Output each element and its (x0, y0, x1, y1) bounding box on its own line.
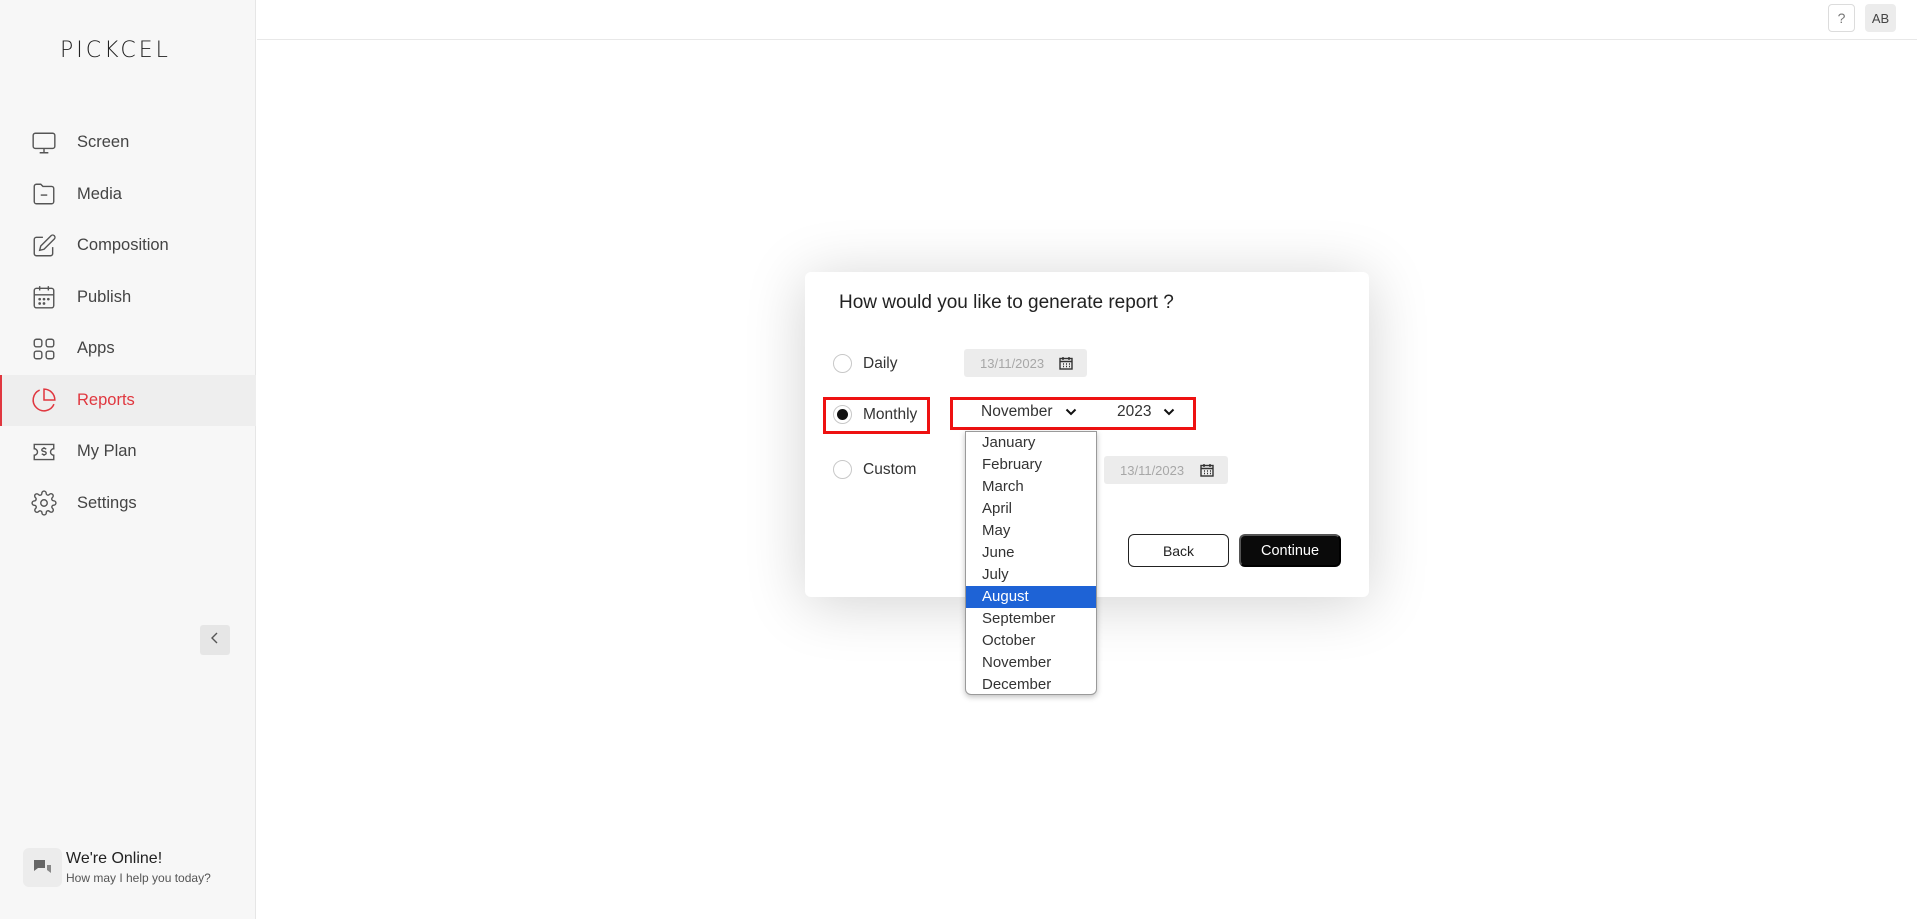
sidebar-item-label: Reports (77, 390, 135, 409)
chat-widget[interactable]: We're Online! How may I help you today? (23, 848, 211, 887)
chat-bubbles-icon (23, 848, 62, 887)
avatar[interactable]: AB (1865, 4, 1896, 32)
month-option-november[interactable]: November (966, 652, 1096, 674)
chevron-down-icon (1065, 408, 1077, 416)
sidebar-item-label: Screen (77, 133, 130, 152)
help-button[interactable]: ? (1828, 4, 1855, 32)
sidebar-item-screen[interactable]: Screen (0, 117, 256, 169)
calendar-icon (1059, 356, 1073, 373)
sidebar-item-label: Settings (77, 493, 137, 512)
custom-label: Custom (863, 460, 917, 478)
daily-label: Daily (863, 354, 898, 372)
month-option-august[interactable]: August (966, 586, 1096, 608)
sidebar-nav: Screen Media Composition Publish Apps Re… (0, 117, 256, 529)
month-dropdown-list: January February March April May June Ju… (965, 431, 1097, 695)
chevron-left-icon (209, 631, 221, 650)
calendar-icon (30, 283, 58, 311)
month-option-july[interactable]: July (966, 564, 1096, 586)
month-option-february[interactable]: February (966, 454, 1096, 476)
edit-icon (30, 232, 58, 260)
sidebar-item-label: My Plan (77, 442, 137, 461)
chat-subtitle: How may I help you today? (66, 871, 211, 885)
sidebar-item-media[interactable]: Media (0, 169, 256, 221)
daily-radio[interactable] (833, 354, 852, 373)
calendar-icon (1200, 463, 1214, 480)
chat-title: We're Online! (66, 850, 163, 867)
daily-option[interactable]: Daily (833, 354, 897, 373)
month-option-june[interactable]: June (966, 542, 1096, 564)
month-option-april[interactable]: April (966, 498, 1096, 520)
month-option-may[interactable]: May (966, 520, 1096, 542)
dollar-ticket-icon (30, 438, 58, 466)
monthly-option[interactable]: Monthly (833, 405, 917, 424)
sidebar-item-label: Composition (77, 236, 169, 255)
grid-icon (30, 335, 58, 363)
sidebar-item-label: Publish (77, 287, 132, 306)
top-bar: ? AB (257, 0, 1917, 40)
monthly-label: Monthly (863, 405, 918, 423)
collapse-sidebar-button[interactable] (200, 625, 230, 655)
custom-radio[interactable] (833, 460, 852, 479)
logo: PICKCEL (60, 38, 171, 63)
monthly-radio[interactable] (833, 405, 852, 424)
sidebar-item-my-plan[interactable]: My Plan (0, 426, 256, 478)
month-option-january[interactable]: January (966, 432, 1096, 454)
back-button[interactable]: Back (1128, 534, 1229, 567)
sidebar-item-settings[interactable]: Settings (0, 478, 256, 530)
folder-icon (30, 180, 58, 208)
month-option-march[interactable]: March (966, 476, 1096, 498)
chat-text: We're Online! How may I help you today? (66, 850, 211, 885)
sidebar-item-reports[interactable]: Reports (0, 374, 256, 426)
year-select-value: 2023 (1117, 403, 1152, 420)
daily-date-value: 13/11/2023 (980, 355, 1045, 371)
dialog-title: How would you like to generate report ? (839, 292, 1174, 313)
sidebar-item-publish[interactable]: Publish (0, 272, 256, 324)
sidebar-item-apps[interactable]: Apps (0, 323, 256, 375)
monitor-icon (30, 129, 58, 157)
month-option-october[interactable]: October (966, 630, 1096, 652)
continue-button[interactable]: Continue (1239, 534, 1341, 567)
custom-date-field[interactable]: 13/11/2023 (1104, 456, 1228, 484)
month-select-value: November (981, 403, 1053, 420)
daily-date-field[interactable]: 13/11/2023 (964, 349, 1087, 377)
sidebar-item-label: Apps (77, 339, 115, 358)
month-option-december[interactable]: December (966, 674, 1096, 694)
year-select[interactable]: 2023 (1117, 403, 1175, 421)
sidebar-item-label: Media (77, 184, 122, 203)
month-option-september[interactable]: September (966, 608, 1096, 630)
custom-date-value: 13/11/2023 (1120, 462, 1185, 478)
pie-chart-icon (30, 386, 58, 414)
chevron-down-icon (1163, 408, 1175, 416)
sidebar-item-composition[interactable]: Composition (0, 220, 256, 272)
month-select[interactable]: November (981, 403, 1077, 421)
custom-option[interactable]: Custom (833, 460, 916, 479)
sidebar: PICKCEL Screen Media Composition Publish (0, 0, 256, 919)
gear-icon (30, 489, 58, 517)
